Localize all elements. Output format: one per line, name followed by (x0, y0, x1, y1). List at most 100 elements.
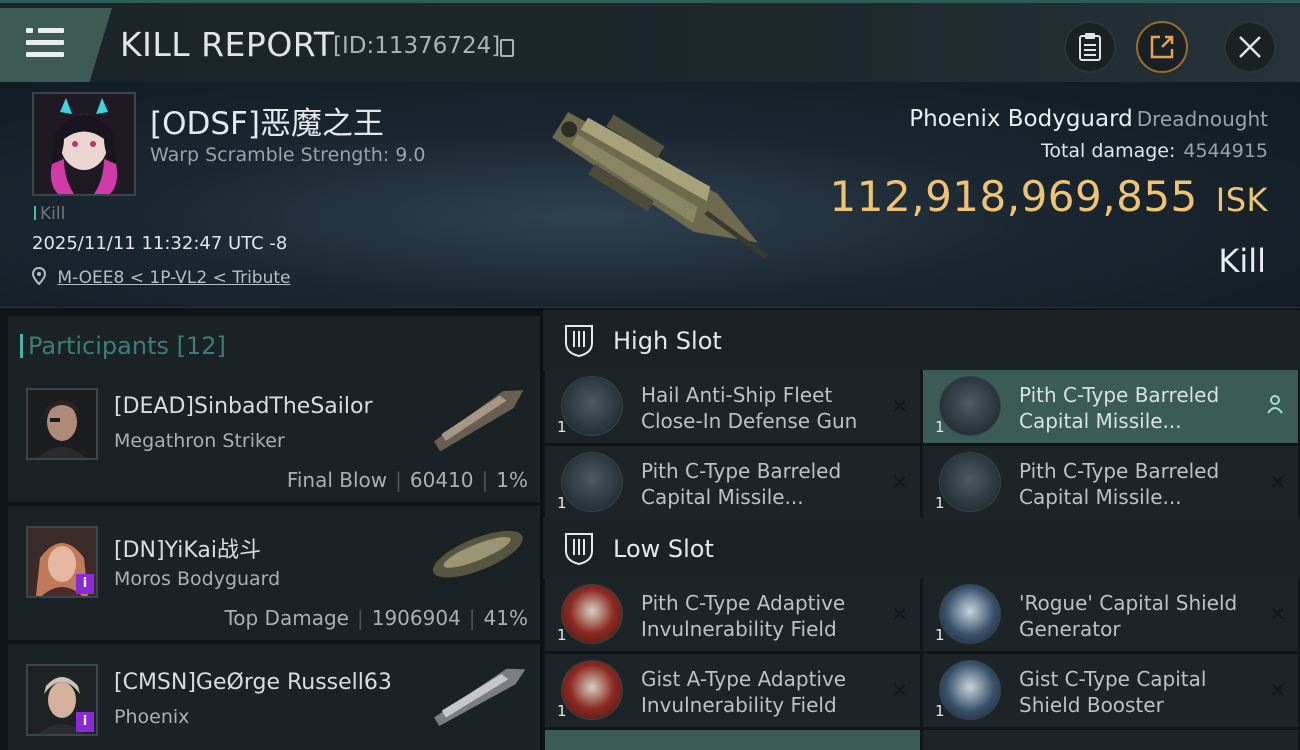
menu-button[interactable] (0, 8, 112, 82)
destroyed-x-icon: ✕ (1269, 678, 1286, 702)
module-item[interactable]: 1 Gist A-Type Adaptive Invulnerability F… (545, 654, 920, 727)
module-name: Pith C-Type Barreled Capital Missile... (641, 459, 842, 509)
share-icon (1150, 35, 1174, 59)
isk-unit: ISK (1215, 181, 1268, 219)
low-slot-label: Low Slot (613, 535, 714, 563)
victim-ship[interactable]: Phoenix Bodyguard Dreadnought (909, 106, 1268, 132)
participant-avatar[interactable] (26, 388, 98, 460)
total-damage-value: 4544915 (1183, 140, 1268, 162)
info-badge-icon: i (76, 574, 94, 594)
participant-name[interactable]: [CMSN]GeØrge Russell63 (114, 670, 392, 695)
module-name: Gist C-Type Capital Shield Booster (1019, 667, 1207, 717)
high-slot-icon (565, 325, 593, 357)
module-item[interactable]: 1 'Rogue' Capital Shield Generator ✕ (923, 578, 1298, 651)
participant-percent: 1% (496, 468, 528, 492)
module-icon (939, 584, 1001, 644)
participant-role: Top Damage (224, 606, 349, 630)
participant-ship: Phoenix (114, 706, 190, 728)
module-quantity: 1 (935, 418, 945, 436)
module-name: Pith C-Type Barreled Capital Missile... (1019, 459, 1220, 509)
participant-ship-image (433, 390, 524, 452)
person-icon (1267, 395, 1283, 414)
module-icon (561, 452, 623, 512)
participant-row[interactable]: i [CMSN]GeØrge Russell63 Phoenix (8, 644, 540, 750)
participant-row[interactable]: i [DN]YiKai战斗 Moros Bodyguard Top Damage… (8, 506, 540, 640)
module-name: Gist A-Type Adaptive Invulnerability Fie… (641, 667, 847, 717)
module-icon (561, 584, 623, 644)
clipboard-button[interactable] (1064, 21, 1116, 73)
destroyed-x-icon: ✕ (891, 394, 908, 418)
participant-name[interactable]: [DEAD]SinbadTheSailor (114, 394, 373, 419)
participant-avatar[interactable]: i (26, 664, 98, 736)
participant-role: Final Blow (286, 468, 388, 492)
module-item-partial[interactable] (545, 730, 920, 750)
share-button[interactable] (1136, 21, 1188, 73)
module-item[interactable]: 1 Pith C-Type Barreled Capital Missile..… (923, 370, 1298, 443)
participant-ship: Megathron Striker (114, 430, 285, 452)
participant-portrait-image (28, 390, 96, 458)
participants-panel: Participants [12] [DEAD]SinbadTheSailor … (0, 308, 540, 750)
module-item-partial[interactable] (923, 730, 1298, 750)
result-label: Kill (1218, 242, 1266, 280)
module-name: Pith C-Type Adaptive Invulnerability Fie… (641, 591, 846, 641)
module-item[interactable]: 1 Pith C-Type Barreled Capital Missile..… (545, 446, 920, 519)
module-quantity: 1 (557, 494, 567, 512)
destroyed-x-icon: ✕ (891, 470, 908, 494)
copy-icon[interactable] (500, 39, 514, 57)
report-id: [ID:11376724] (333, 33, 501, 59)
module-item[interactable]: 1 Pith C-Type Barreled Capital Missile..… (923, 446, 1298, 519)
module-icon (939, 376, 1001, 436)
module-icon (561, 660, 623, 720)
low-slot-icon (565, 533, 593, 565)
destroyed-x-icon: ✕ (1269, 470, 1286, 494)
destroyed-x-icon: ✕ (891, 602, 908, 626)
victim-portrait-image (34, 94, 134, 194)
participant-row[interactable]: [DEAD]SinbadTheSailor Megathron Striker … (8, 368, 540, 502)
destroyed-x-icon: ✕ (1269, 602, 1286, 626)
participants-count: [12] (176, 332, 226, 360)
module-quantity: 1 (935, 702, 945, 720)
kill-location[interactable]: M-OEE8 < 1P-VL2 < Tribute (31, 266, 291, 288)
victim-summary: [ODSF]恶魔之王 Warp Scramble Strength: 9.0 K… (0, 82, 1300, 308)
isk-amount: 112,918,969,855 (829, 172, 1198, 221)
close-icon (1239, 36, 1261, 58)
module-name: Pith C-Type Barreled Capital Missile... (1019, 383, 1220, 433)
clipboard-icon (1079, 33, 1101, 61)
module-item[interactable]: 1 Pith C-Type Adaptive Invulnerability F… (545, 578, 920, 651)
page-title: KILL REPORT (120, 25, 335, 64)
participant-avatar[interactable]: i (26, 526, 98, 598)
participants-header: Participants [12] (8, 316, 540, 372)
module-name: Hail Anti-Ship Fleet Close-In Defense Gu… (641, 383, 858, 433)
module-item[interactable]: 1 Hail Anti-Ship Fleet Close-In Defense … (545, 370, 920, 443)
location-pin-icon (31, 266, 47, 286)
participant-name[interactable]: [DN]YiKai战斗 (114, 532, 261, 564)
victim-pilot-name[interactable]: [ODSF]恶魔之王 (150, 98, 384, 143)
fitting-panel: High Slot 1 Hail Anti-Ship Fleet Close-I… (543, 308, 1300, 750)
high-slot-label: High Slot (613, 327, 722, 355)
participants-label: Participants (28, 332, 169, 360)
location-link[interactable]: M-OEE8 < 1P-VL2 < Tribute (57, 268, 290, 288)
victim-ship-class: Dreadnought (1136, 107, 1268, 131)
module-quantity: 1 (935, 626, 945, 644)
info-badge-icon: i (76, 712, 94, 732)
module-item[interactable]: 1 Gist C-Type Capital Shield Booster ✕ (923, 654, 1298, 727)
participant-ship-image (434, 668, 526, 727)
participant-ship-image (432, 530, 523, 578)
close-button[interactable] (1224, 21, 1276, 73)
kill-timestamp: 2025/11/11 11:32:47 UTC -8 (32, 233, 288, 254)
victim-avatar[interactable] (32, 92, 136, 196)
isk-value: 112,918,969,855 ISK (830, 172, 1268, 221)
module-icon (561, 376, 623, 436)
participant-stats: Top Damage | 1906904 | 41% (224, 606, 528, 630)
participant-ship: Moros Bodyguard (114, 568, 281, 590)
module-quantity: 1 (557, 418, 567, 436)
high-slot-header: High Slot (543, 310, 1300, 370)
total-damage: Total damage: 4544915 (1041, 140, 1268, 162)
low-slot-header: Low Slot (543, 518, 1300, 578)
kill-tag: Kill (34, 204, 65, 224)
warp-scramble-strength: Warp Scramble Strength: 9.0 (150, 144, 426, 166)
module-quantity: 1 (557, 702, 567, 720)
victim-ship-name: Phoenix Bodyguard (909, 106, 1133, 132)
participant-percent: 41% (483, 606, 528, 630)
victim-ship-image (552, 112, 768, 260)
